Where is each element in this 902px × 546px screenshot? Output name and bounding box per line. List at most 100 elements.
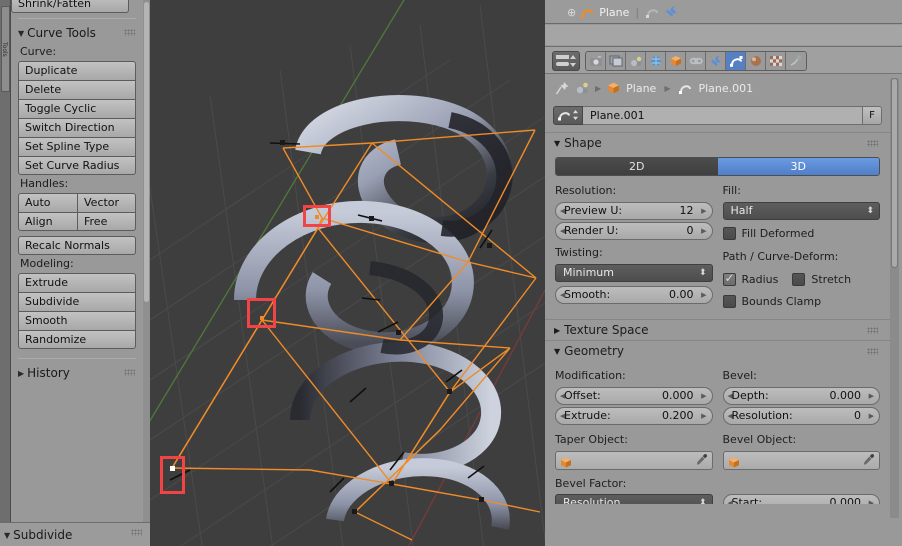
checkbox-icon[interactable] xyxy=(792,272,806,286)
tab-render[interactable] xyxy=(586,52,606,70)
set-spline-type-button[interactable]: Set Spline Type xyxy=(18,137,136,156)
outliner-row-plane[interactable]: ⊕ Plane | xyxy=(567,3,679,21)
grip-icon[interactable] xyxy=(867,327,878,334)
wrench-icon[interactable] xyxy=(664,5,679,19)
set-curve-radius-button[interactable]: Set Curve Radius xyxy=(18,156,136,175)
tab-particles[interactable] xyxy=(786,52,806,70)
smooth-button[interactable]: Smooth xyxy=(18,311,136,330)
dimension-3d-button[interactable]: 3D xyxy=(717,158,879,175)
datablock-name-field[interactable]: Plane.001 xyxy=(583,105,863,125)
geometry-panel-header[interactable]: ▼ Geometry xyxy=(545,340,890,361)
subdivide-operator-header[interactable]: ▼ Subdivide xyxy=(0,523,150,546)
grip-icon[interactable] xyxy=(131,529,142,536)
outliner-object-name[interactable]: Plane xyxy=(599,6,629,19)
offset-field[interactable]: ◀ Offset: 0.000 ▶ xyxy=(555,387,713,405)
tool-tab-tools[interactable]: Tools xyxy=(1,6,10,92)
checkbox-icon[interactable] xyxy=(722,226,736,240)
grip-icon[interactable] xyxy=(867,140,878,147)
checkbox-checked-icon[interactable] xyxy=(722,271,736,286)
radius-checkbox[interactable]: Radius xyxy=(722,270,778,288)
render-u-field[interactable]: ◀ Render U: 0 ▶ xyxy=(555,222,713,240)
handle-align-button[interactable]: Align xyxy=(18,212,77,231)
updown-arrows-icon[interactable]: ⬍ xyxy=(866,202,874,220)
breadcrumb-data[interactable]: Plane.001 xyxy=(698,82,753,95)
dimension-toggle[interactable]: 2D 3D xyxy=(555,157,880,176)
tab-world[interactable] xyxy=(646,52,666,70)
duplicate-button[interactable]: Duplicate xyxy=(18,61,136,80)
bevel-object-field[interactable] xyxy=(722,451,880,470)
tool-shelf-tab-strip[interactable]: Tools xyxy=(0,0,11,522)
handle-vector-button[interactable]: Vector xyxy=(77,193,136,212)
tool-shelf-scroll-thumb[interactable] xyxy=(144,2,149,302)
shape-panel-header[interactable]: ▼ Shape xyxy=(545,132,890,153)
bounds-clamp-checkbox[interactable]: Bounds Clamp xyxy=(722,292,881,310)
grip-icon[interactable] xyxy=(124,29,135,36)
properties-tab-group[interactable] xyxy=(585,51,807,71)
updown-arrows-icon[interactable]: ⬍ xyxy=(699,264,707,282)
history-panel-header[interactable]: ▶ History xyxy=(11,363,143,383)
recalc-normals-button[interactable]: Recalc Normals xyxy=(18,236,136,255)
toggle-cyclic-button[interactable]: Toggle Cyclic xyxy=(18,99,136,118)
tab-constraints[interactable] xyxy=(686,52,706,70)
right-arrow-icon[interactable]: ▶ xyxy=(701,412,706,420)
properties-scroll-thumb[interactable] xyxy=(891,78,898,268)
right-arrow-icon[interactable]: ▶ xyxy=(701,291,706,299)
grip-icon[interactable] xyxy=(124,369,135,376)
properties-scrollbar[interactable] xyxy=(890,78,899,518)
right-arrow-icon[interactable]: ▶ xyxy=(869,412,874,420)
grip-icon[interactable] xyxy=(867,348,878,355)
taper-object-label: Taper Object: xyxy=(555,433,628,446)
handle-auto-button[interactable]: Auto xyxy=(18,193,77,212)
right-arrow-icon[interactable]: ▶ xyxy=(869,499,874,504)
stretch-checkbox[interactable]: Stretch xyxy=(792,270,851,288)
texture-space-panel-header[interactable]: ▶ Texture Space xyxy=(545,319,890,340)
tab-object[interactable] xyxy=(666,52,686,70)
checkbox-icon[interactable] xyxy=(722,294,736,308)
tab-modifiers[interactable] xyxy=(706,52,726,70)
pin-icon[interactable] xyxy=(555,81,570,96)
tool-shelf-scrollbar[interactable] xyxy=(143,0,150,522)
expand-icon[interactable]: ⊕ xyxy=(567,6,576,19)
extrude-field[interactable]: ◀ Extrude: 0.200 ▶ xyxy=(555,407,713,425)
right-arrow-icon[interactable]: ▶ xyxy=(869,392,874,400)
tab-material[interactable] xyxy=(746,52,766,70)
randomize-button[interactable]: Randomize xyxy=(18,330,136,349)
updown-arrows-icon[interactable] xyxy=(572,109,579,121)
curve-button-group: Duplicate Delete Toggle Cyclic Switch Di… xyxy=(11,61,143,175)
right-arrow-icon[interactable]: ▶ xyxy=(701,227,706,235)
eyedropper-icon[interactable] xyxy=(862,453,875,469)
3d-viewport[interactable] xyxy=(150,0,545,546)
taper-object-field[interactable] xyxy=(555,451,713,470)
eyedropper-icon[interactable] xyxy=(695,453,708,469)
tab-texture[interactable] xyxy=(766,52,786,70)
depth-field[interactable]: ◀ Depth: 0.000 ▶ xyxy=(722,387,880,405)
right-arrow-icon[interactable]: ▶ xyxy=(701,392,706,400)
bevel-factor-start-field[interactable]: ◀ Start: 0.000 ▶ xyxy=(722,494,880,504)
dimension-2d-button[interactable]: 2D xyxy=(556,158,718,175)
fake-user-button[interactable]: F xyxy=(863,105,882,125)
subdivide-button[interactable]: Subdivide xyxy=(18,292,136,311)
right-arrow-icon[interactable]: ▶ xyxy=(701,207,706,215)
delete-button[interactable]: Delete xyxy=(18,80,136,99)
updown-arrows-icon[interactable]: ⬍ xyxy=(699,494,707,504)
bevel-factor-mode-dropdown[interactable]: Resolution ⬍ xyxy=(555,494,713,504)
smooth-field[interactable]: ◀ Smooth: 0.00 ▶ xyxy=(555,286,713,304)
bevel-resolution-field[interactable]: ◀ Resolution: 0 ▶ xyxy=(722,407,880,425)
datablock-id-selector[interactable] xyxy=(553,105,583,125)
scene-icon[interactable] xyxy=(575,81,590,95)
handle-free-button[interactable]: Free xyxy=(77,212,136,231)
curve-tools-panel-header[interactable]: ▼ Curve Tools xyxy=(11,23,143,43)
tab-render-layers[interactable] xyxy=(606,52,626,70)
curve-data-icon[interactable] xyxy=(645,6,660,19)
editor-type-icon[interactable] xyxy=(552,51,580,71)
shrink-fatten-button[interactable]: Shrink/Fatten xyxy=(11,0,129,13)
preview-u-field[interactable]: ◀ Preview U: 12 ▶ xyxy=(555,202,713,220)
twisting-dropdown[interactable]: Minimum ⬍ xyxy=(555,264,713,282)
fill-deformed-checkbox[interactable]: Fill Deformed xyxy=(722,224,881,242)
tab-object-data[interactable] xyxy=(726,52,746,70)
fill-dropdown[interactable]: Half ⬍ xyxy=(722,202,880,220)
extrude-button[interactable]: Extrude xyxy=(18,273,136,292)
breadcrumb-object[interactable]: Plane xyxy=(626,82,656,95)
switch-direction-button[interactable]: Switch Direction xyxy=(18,118,136,137)
tab-scene[interactable] xyxy=(626,52,646,70)
